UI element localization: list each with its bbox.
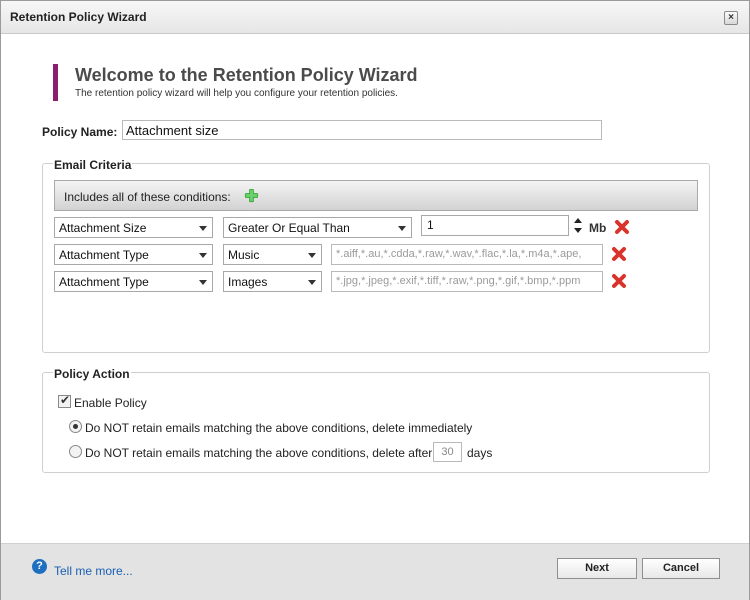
condition-field-value: Attachment Type [59,248,149,262]
radio-selected-dot [73,424,78,429]
question-icon[interactable]: ? [32,559,47,574]
delete-condition-icon[interactable] [611,246,627,262]
condition-operator-value: Greater Or Equal Than [228,221,350,235]
conditions-header: Includes all of these conditions: [54,180,698,211]
chevron-down-icon [398,226,406,231]
size-stepper[interactable] [573,216,583,235]
condition-field-select[interactable]: Attachment Size [54,217,213,238]
delete-immediately-radio[interactable] [69,420,82,433]
title-bar: Retention Policy Wizard × [1,1,749,34]
stepper-down-icon[interactable] [574,228,582,233]
add-condition-icon[interactable] [244,188,259,203]
accent-bar [53,64,58,101]
chevron-down-icon [308,253,316,258]
wizard-subtitle: The retention policy wizard will help yo… [75,88,398,99]
delete-condition-icon[interactable] [611,273,627,289]
extensions-input[interactable]: *.jpg,*.jpeg,*.exif,*.tiff,*.raw,*.png,*… [331,271,603,292]
delete-immediately-label: Do NOT retain emails matching the above … [85,421,473,435]
chevron-down-icon [199,280,207,285]
condition-field-value: Attachment Size [59,221,147,235]
enable-policy-checkbox[interactable]: ✔ [58,393,71,408]
window-title: Retention Policy Wizard [10,10,147,24]
policy-name-label: Policy Name: [42,125,118,139]
days-input[interactable]: 30 [433,442,462,462]
condition-operator-value: Images [228,275,268,289]
condition-field-select[interactable]: Attachment Type [54,271,213,292]
days-label: days [467,446,493,460]
chevron-down-icon [308,280,316,285]
close-icon[interactable]: × [724,11,738,25]
size-unit-label: Mb [589,221,607,235]
delete-condition-icon[interactable] [614,219,630,235]
next-button[interactable]: Next [557,558,637,579]
condition-field-select[interactable]: Attachment Type [54,244,213,265]
condition-operator-select[interactable]: Music [223,244,322,265]
policy-name-input[interactable] [122,120,602,140]
chevron-down-icon [199,226,207,231]
chevron-down-icon [199,253,207,258]
conditions-header-label: Includes all of these conditions: [64,190,231,204]
cancel-button[interactable]: Cancel [642,558,720,579]
condition-operator-value: Music [228,248,260,262]
condition-field-value: Attachment Type [59,275,149,289]
size-value-input[interactable]: 1 [421,215,569,236]
enable-policy-label: Enable Policy [74,396,147,410]
checkmark-icon: ✔ [60,393,71,407]
wizard-heading: Welcome to the Retention Policy Wizard [75,65,418,85]
condition-operator-select[interactable]: Images [223,271,322,292]
stepper-up-icon[interactable] [574,218,582,223]
condition-operator-select[interactable]: Greater Or Equal Than [223,217,412,238]
tell-me-more-link[interactable]: Tell me more... [54,564,133,578]
policy-action-legend: Policy Action [53,367,131,381]
email-criteria-legend: Email Criteria [53,158,133,172]
delete-after-radio[interactable] [69,445,82,458]
wizard-window: Retention Policy Wizard × Welcome to the… [0,0,750,600]
extensions-input[interactable]: *.aiff,*.au,*.cdda,*.raw,*.wav,*.flac,*.… [331,244,603,265]
delete-after-label: Do NOT retain emails matching the above … [85,446,433,460]
